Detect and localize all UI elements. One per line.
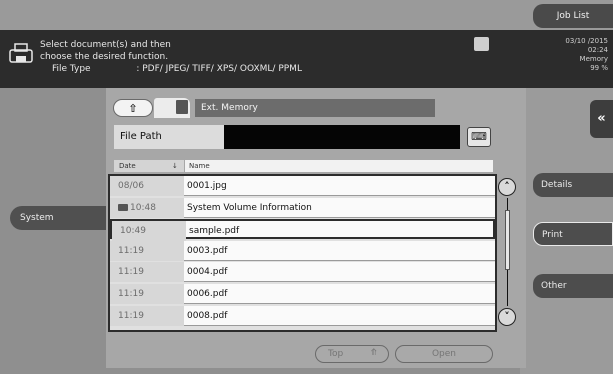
collapse-panel-button[interactable]: « [590, 100, 613, 138]
folder-icon [118, 203, 128, 211]
storage-icon [474, 37, 489, 51]
file-type-label: File Type [52, 64, 91, 74]
file-row[interactable]: 11:19 0008.pdf [110, 305, 495, 326]
file-name: 0004.pdf [187, 267, 228, 278]
file-row[interactable]: 11:19 0006.pdf [110, 284, 495, 304]
file-row[interactable]: 08/06 0001.jpg [110, 176, 495, 196]
file-date: 10:48 [110, 197, 184, 218]
scroll-up-button[interactable]: ˄ [498, 178, 516, 196]
file-date-text: 11:19 [118, 289, 144, 299]
file-name: 0001.jpg [187, 181, 227, 191]
file-row[interactable]: 11:19 0004.pdf [110, 262, 495, 283]
scrollbar-thumb[interactable] [505, 210, 510, 270]
top-strip [0, 0, 613, 30]
date-text: 03/10 /2015 [565, 37, 608, 45]
chevron-down-icon: ˅ [504, 310, 510, 323]
external-memory-icon [176, 100, 188, 114]
file-path-label: File Path [114, 125, 224, 149]
memory-value: 99 % [590, 64, 608, 72]
file-date-text: 11:19 [118, 310, 144, 321]
file-date: 08/06 [110, 176, 184, 196]
instruction-text: Select document(s) and then [40, 40, 171, 50]
file-date: 11:19 [110, 305, 184, 326]
keyboard-button[interactable]: ⌨ [467, 127, 491, 147]
file-date-text: 10:49 [120, 226, 146, 237]
open-button[interactable]: Open [395, 345, 493, 363]
keyboard-icon: ⌨ [471, 130, 487, 143]
file-type-line: File Type : PDF/ JPEG/ TIFF/ XPS/ OOXML/… [52, 64, 302, 74]
current-location: Ext. Memory [195, 99, 435, 117]
file-name: 0003.pdf [187, 245, 228, 256]
file-date-text: 10:48 [130, 202, 156, 213]
file-date: 11:19 [110, 284, 184, 304]
top-arrow-icon: ⤊ [370, 348, 378, 358]
file-date: 11:19 [110, 240, 184, 261]
memory-label: Memory [579, 55, 608, 63]
file-type-value: : PDF/ JPEG/ TIFF/ XPS/ OOXML/ PPML [136, 64, 302, 74]
file-row[interactable]: 10:49 sample.pdf [110, 219, 495, 242]
status-datetime: 03/10 /2015 02:24 Memory 99 % [520, 37, 608, 73]
file-date-text: 08/06 [118, 181, 144, 191]
file-name: 0006.pdf [187, 289, 228, 299]
scroll-down-button[interactable]: ˅ [498, 308, 516, 326]
chevron-up-icon: ˄ [504, 180, 510, 193]
file-date-text: 11:19 [118, 245, 144, 256]
column-header-name[interactable]: Name [185, 160, 493, 172]
file-row[interactable]: 10:48 System Volume Information [110, 197, 495, 218]
file-date-text: 11:19 [118, 267, 144, 278]
time-text: 02:24 [587, 46, 608, 54]
instruction-text-2: choose the desired function. [40, 52, 169, 62]
file-name: sample.pdf [189, 226, 240, 237]
file-path-field[interactable] [224, 125, 460, 149]
up-level-button[interactable]: ⇧ [113, 99, 153, 117]
job-list-button[interactable]: Job List [533, 4, 613, 28]
file-date: 10:49 [112, 221, 186, 242]
printer-icon [9, 43, 33, 63]
other-button[interactable]: Other [533, 274, 613, 298]
details-button[interactable]: Details [533, 173, 613, 197]
system-button[interactable]: System [10, 206, 108, 230]
double-chevron-left-icon: « [597, 111, 606, 126]
file-row[interactable]: 11:19 0003.pdf [110, 240, 495, 261]
print-button[interactable]: Print [533, 222, 613, 246]
file-name: System Volume Information [187, 202, 312, 213]
file-name: 0008.pdf [187, 310, 228, 321]
sort-down-icon: ↓ [172, 162, 178, 170]
file-date: 11:19 [110, 262, 184, 283]
up-arrow-icon: ⇧ [128, 102, 138, 115]
